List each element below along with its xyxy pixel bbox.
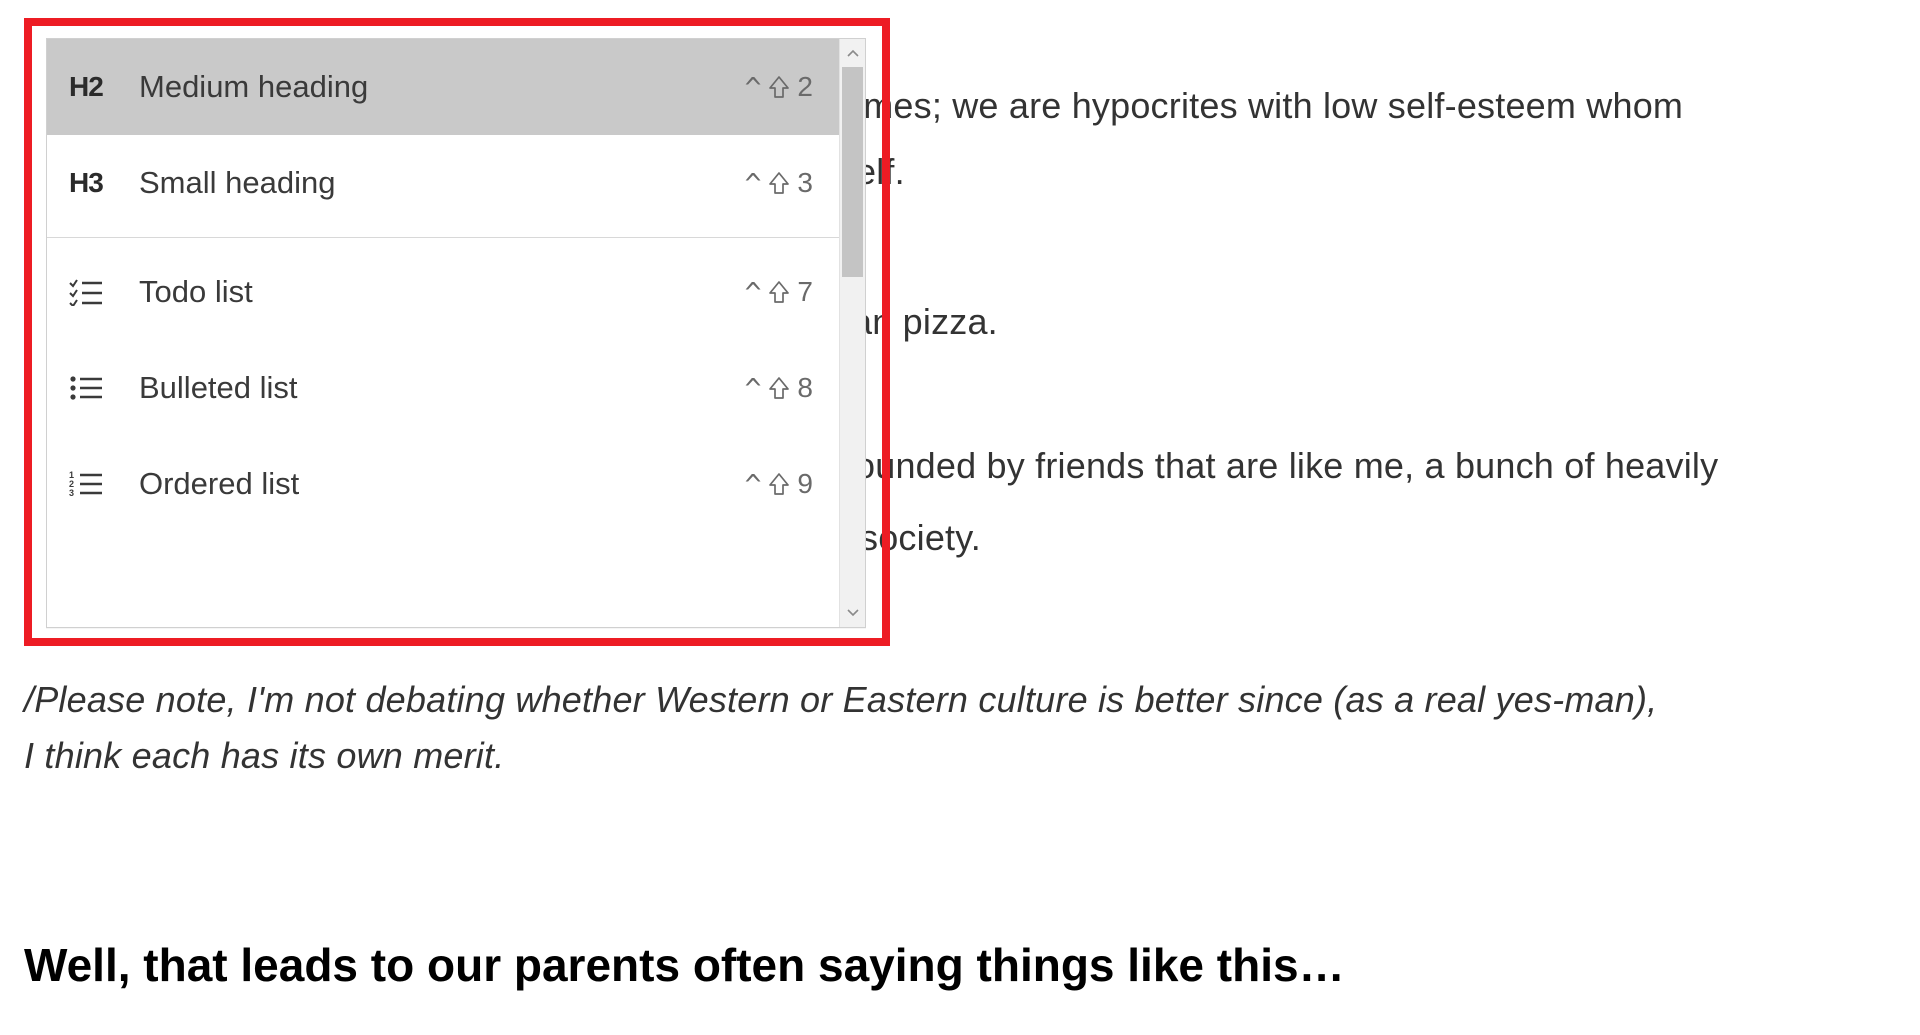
shortcut-number: 3	[797, 167, 813, 199]
shift-icon	[769, 377, 789, 399]
shortcut-number: 2	[797, 71, 813, 103]
paragraph-fragment: an pizza.	[852, 294, 998, 350]
shortcut-number: 9	[797, 468, 813, 500]
menu-item-label: Small heading	[129, 165, 745, 201]
chevron-up-icon	[847, 49, 859, 57]
menu-section-headings: H2 Medium heading ^ 2 H3 Small heading ^	[47, 39, 839, 231]
shift-icon	[769, 281, 789, 303]
menu-item-shortcut: ^ 8	[745, 372, 813, 405]
menu-item-bulleted-list[interactable]: Bulleted list ^ 8	[47, 340, 839, 436]
ctrl-icon: ^	[745, 71, 762, 104]
menu-item-shortcut: ^ 2	[745, 71, 813, 104]
paragraph-fragment: society.	[860, 510, 981, 566]
ctrl-icon: ^	[745, 167, 762, 200]
chevron-down-icon	[847, 609, 859, 617]
menu-item-label: Todo list	[129, 274, 745, 310]
scroll-down-button[interactable]	[840, 599, 865, 627]
shift-icon	[769, 172, 789, 194]
menu-section-lists: Todo list ^ 7	[47, 237, 839, 532]
menu-item-shortcut: ^ 7	[745, 276, 813, 309]
bulleted-list-icon	[69, 374, 129, 402]
shortcut-number: 8	[797, 372, 813, 404]
menu-item-todo-list[interactable]: Todo list ^ 7	[47, 244, 839, 340]
h2-icon: H2	[69, 71, 129, 103]
menu-item-ordered-list[interactable]: 1 2 3 Ordered list ^	[47, 436, 839, 532]
block-type-menu: H2 Medium heading ^ 2 H3 Small heading ^	[46, 38, 866, 628]
ordered-list-icon: 1 2 3	[69, 470, 129, 498]
svg-text:3: 3	[69, 488, 74, 498]
shift-icon	[769, 76, 789, 98]
menu-scrollbar[interactable]	[839, 39, 865, 627]
note-paragraph: /Please note, I'm not debating whether W…	[24, 672, 1664, 784]
shortcut-number: 7	[797, 276, 813, 308]
block-type-menu-body: H2 Medium heading ^ 2 H3 Small heading ^	[47, 39, 839, 627]
menu-item-label: Medium heading	[129, 69, 745, 105]
scroll-up-button[interactable]	[840, 39, 865, 67]
todo-list-icon	[69, 278, 129, 306]
menu-item-label: Bulleted list	[129, 370, 745, 406]
menu-item-small-heading[interactable]: H3 Small heading ^ 3	[47, 135, 839, 231]
menu-item-shortcut: ^ 3	[745, 167, 813, 200]
ctrl-icon: ^	[745, 276, 762, 309]
editor-canvas: emes; we are hypocrites with low self-es…	[0, 0, 1920, 1035]
menu-item-shortcut: ^ 9	[745, 468, 813, 501]
ctrl-icon: ^	[745, 372, 762, 405]
paragraph-fragment: emes; we are hypocrites with low self-es…	[843, 78, 1683, 134]
h3-icon: H3	[69, 167, 129, 199]
shift-icon	[769, 473, 789, 495]
ctrl-icon: ^	[745, 468, 762, 501]
scroll-thumb[interactable]	[842, 67, 863, 277]
section-heading: Well, that leads to our parents often sa…	[24, 938, 1345, 992]
menu-item-medium-heading[interactable]: H2 Medium heading ^ 2	[47, 39, 839, 135]
paragraph-fragment: ounded by friends that are like me, a bu…	[855, 438, 1718, 494]
scroll-track[interactable]	[840, 67, 865, 599]
menu-item-label: Ordered list	[129, 466, 745, 502]
